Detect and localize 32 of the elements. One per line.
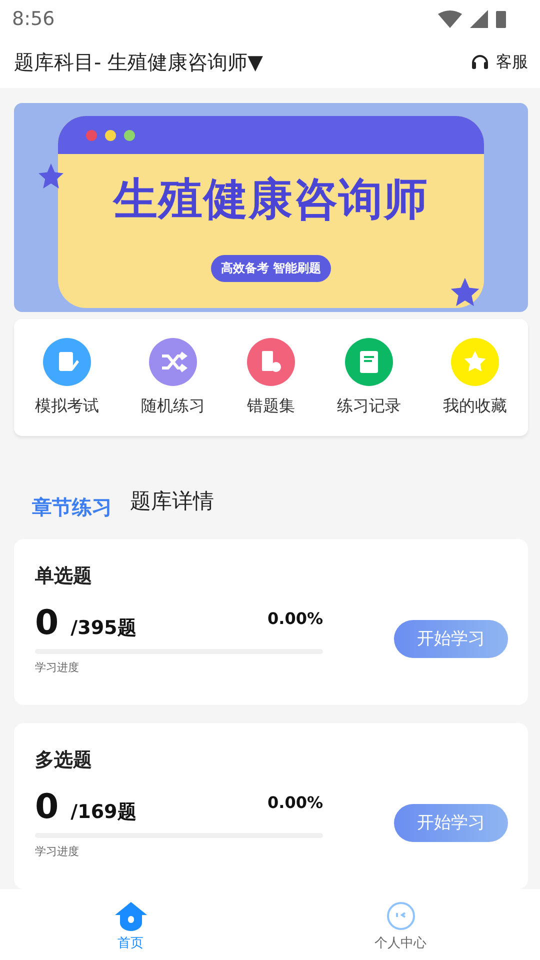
home-icon xyxy=(114,900,148,931)
signal-icon xyxy=(470,10,488,28)
tab[interactable]: 题库详情 xyxy=(130,486,214,515)
shortcut-item[interactable]: 错题集 xyxy=(247,338,295,418)
progress-percent: 0.00% xyxy=(267,792,323,812)
card-title: 单选题 xyxy=(35,564,93,589)
banner-slogan: 高效备考 智能刷题 xyxy=(210,254,332,282)
nav-item[interactable]: 个人中心 xyxy=(374,888,426,960)
total-count: /395题 xyxy=(70,616,138,641)
card-title: 多选题 xyxy=(35,748,93,773)
shortcut-item[interactable]: 练习记录 xyxy=(337,338,401,418)
tab[interactable]: 章节练习 xyxy=(32,494,112,521)
shortcut-item[interactable]: 随机练习 xyxy=(141,338,205,418)
window-dot xyxy=(105,130,116,141)
face-icon xyxy=(386,900,416,931)
subject-title[interactable]: 题库科目- 生殖健康咨询师▼ xyxy=(14,48,263,76)
status-time: 8:56 xyxy=(12,8,55,30)
total-count: /169题 xyxy=(70,800,138,825)
progress-label: 学习进度 xyxy=(35,660,80,675)
banner-title: 生殖健康咨询师 xyxy=(114,172,428,227)
done-count: 0 xyxy=(35,786,59,827)
done-count: 0 xyxy=(35,602,59,643)
shortcut-item[interactable]: 模拟考试 xyxy=(35,338,99,418)
customer-service-button[interactable]: 客服 xyxy=(470,52,528,73)
window-dot xyxy=(124,130,135,141)
window-dot xyxy=(86,130,97,141)
shortcut-item[interactable]: 我的收藏 xyxy=(443,338,507,418)
progress-percent: 0.00% xyxy=(267,608,323,628)
banner[interactable]: 生殖健康咨询师 高效备考 智能刷题 xyxy=(14,102,528,312)
wifi-icon xyxy=(438,10,462,28)
progress-label: 学习进度 xyxy=(35,844,80,859)
battery-icon xyxy=(496,10,506,28)
